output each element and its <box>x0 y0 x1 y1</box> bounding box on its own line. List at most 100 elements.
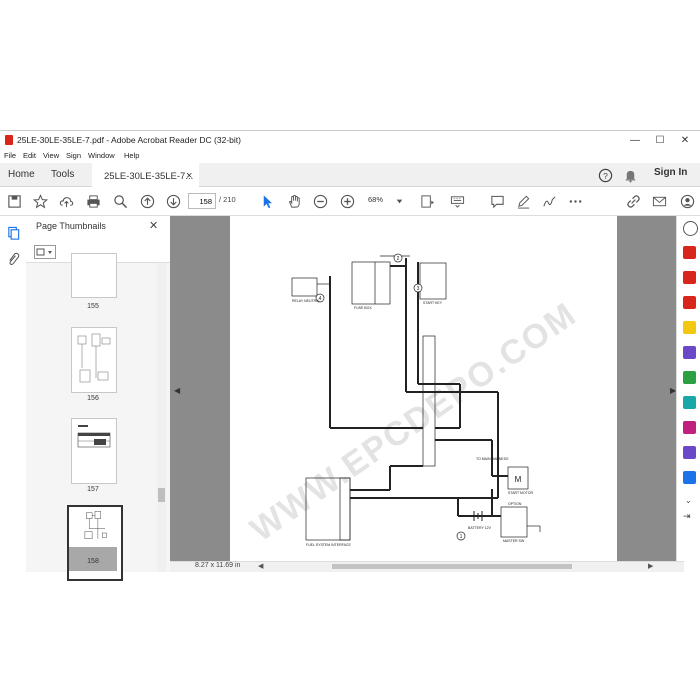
scan-ocr-icon[interactable] <box>683 396 696 409</box>
svg-text:?: ? <box>603 170 608 180</box>
menu-edit[interactable]: Edit <box>23 151 36 160</box>
maximize-button[interactable]: ☐ <box>648 133 672 148</box>
tab-tools[interactable]: Tools <box>51 163 74 186</box>
scroll-left-arrow-icon[interactable]: ◀ <box>258 562 263 570</box>
page-view-icon[interactable] <box>418 192 436 210</box>
bell-icon[interactable] <box>621 166 639 184</box>
print-icon[interactable] <box>84 192 102 210</box>
page-number-input[interactable]: 158 <box>188 193 216 209</box>
menu-file[interactable]: File <box>4 151 16 160</box>
protect-icon[interactable] <box>683 446 696 459</box>
callout-2: 2 <box>397 256 400 262</box>
combine-files-icon[interactable] <box>683 346 696 359</box>
highlight-pen-icon[interactable] <box>514 192 532 210</box>
comment-icon[interactable] <box>488 192 506 210</box>
label-option: OPTION <box>508 502 522 506</box>
thumbnail-page[interactable] <box>71 418 117 484</box>
menu-sign[interactable]: Sign <box>66 151 81 160</box>
panel-scrollbar-thumb[interactable] <box>158 488 165 502</box>
label-fuse-box: FUSE BOX <box>354 306 372 310</box>
zoom-in-icon[interactable] <box>338 192 356 210</box>
document-viewer[interactable]: ◀ ▶ WWW.EPCDEPO.COM 1 2 3 4 M FUSE BOX R… <box>170 216 684 561</box>
more-tools-list-icon[interactable] <box>683 471 696 484</box>
thumbnail-label: 158 <box>87 558 99 565</box>
thumbnail-list[interactable]: 155 156 157 158 <box>26 253 170 581</box>
page-size-label: 8.27 x 11.69 in <box>195 562 241 569</box>
thumbnail-page-selected[interactable] <box>67 505 123 581</box>
wiring-diagram: WWW.EPCDEPO.COM 1 2 3 4 M FUSE BOX RELAY… <box>244 253 584 549</box>
horizontal-scrollbar-thumb[interactable] <box>332 564 572 569</box>
main-toolbar: 158 / 210 68% <box>0 187 700 216</box>
window-title: 25LE-30LE-35LE-7.pdf - Adobe Acrobat Rea… <box>17 135 241 145</box>
email-icon[interactable] <box>650 192 668 210</box>
attachments-paperclip-icon[interactable] <box>4 250 22 268</box>
edit-pdf-icon[interactable] <box>683 296 696 309</box>
thumbnail-label: 155 <box>87 303 99 310</box>
help-icon[interactable]: ? <box>596 166 614 184</box>
page-thumbnails-icon[interactable] <box>4 224 22 242</box>
label-fuel-interface: FUEL SYSTEM INTERFACE <box>306 543 351 547</box>
label-battery: BATTERY 12V <box>468 526 492 530</box>
tab-document[interactable]: 25LE-30LE-35LE-7... × <box>92 163 199 187</box>
thumbnail-page[interactable] <box>71 253 117 298</box>
save-icon[interactable] <box>5 192 23 210</box>
menu-bar: File Edit View Sign Window Help <box>0 150 700 163</box>
minimize-button[interactable]: — <box>623 133 647 148</box>
tools-chevron-down-icon[interactable]: ⌄ <box>685 496 692 505</box>
panel-title: Page Thumbnails <box>36 221 106 231</box>
chevron-down-icon[interactable] <box>390 192 408 210</box>
organize-pages-icon[interactable] <box>683 371 696 384</box>
callout-1: 1 <box>460 534 463 540</box>
share-link-icon[interactable] <box>624 192 642 210</box>
tab-close-icon[interactable]: × <box>186 165 192 188</box>
callout-3: 3 <box>417 286 420 292</box>
title-bar: 25LE-30LE-35LE-7.pdf - Adobe Acrobat Rea… <box>0 131 700 150</box>
pdf-page: WWW.EPCDEPO.COM 1 2 3 4 M FUSE BOX RELAY… <box>230 216 617 561</box>
tab-document-label: 25LE-30LE-35LE-7... <box>104 171 194 182</box>
label-relay-neutral: RELAY NEUTRAL <box>292 299 321 303</box>
right-tools-rail: ⌄ ⇥ <box>676 216 700 571</box>
more-tools-icon[interactable] <box>566 192 584 210</box>
comment-tool-icon[interactable] <box>683 321 696 334</box>
thumbnail-label: 156 <box>87 395 99 402</box>
zoom-out-icon[interactable] <box>311 192 329 210</box>
zoom-level-select[interactable]: 68% <box>368 195 383 204</box>
zoom-search-icon[interactable] <box>111 192 129 210</box>
label-to-main-harness: TO MAIN HARNESS <box>476 457 509 461</box>
collapse-tools-arrow-icon[interactable]: ⇥ <box>683 511 691 522</box>
left-navigation-rail <box>0 216 27 571</box>
select-cursor-icon[interactable] <box>258 192 276 210</box>
label-start-motor: START MOTOR <box>508 491 533 495</box>
search-icon[interactable] <box>683 221 698 236</box>
account-icon[interactable] <box>678 192 696 210</box>
sign-in-link[interactable]: Sign In <box>654 167 687 178</box>
hand-tool-icon[interactable] <box>285 192 303 210</box>
close-window-button[interactable]: ✕ <box>673 133 697 148</box>
star-icon[interactable] <box>31 192 49 210</box>
thumbnail-options-menu[interactable] <box>34 245 56 259</box>
page-thumbnails-panel: Page Thumbnails ✕ 155 156 157 158 <box>26 216 170 581</box>
tab-home[interactable]: Home <box>8 163 35 186</box>
draw-sign-icon[interactable] <box>540 192 558 210</box>
motor-symbol: M <box>515 475 522 484</box>
export-pdf-icon[interactable] <box>683 246 696 259</box>
tab-bar: Home Tools 25LE-30LE-35LE-7... × ? Sign … <box>0 163 700 187</box>
previous-page-icon[interactable] <box>138 192 156 210</box>
next-page-icon[interactable] <box>164 192 182 210</box>
thumbnail-label: 157 <box>87 486 99 493</box>
panel-scrollbar[interactable] <box>157 263 166 572</box>
menu-window[interactable]: Window <box>88 151 115 160</box>
upload-cloud-icon[interactable] <box>57 192 75 210</box>
keyboard-icon[interactable] <box>448 192 466 210</box>
fill-sign-icon[interactable] <box>683 421 696 434</box>
collapse-panel-arrow-icon[interactable]: ◀ <box>174 386 180 395</box>
create-pdf-icon[interactable] <box>683 271 696 284</box>
thumbnail-page[interactable] <box>71 327 117 393</box>
menu-help[interactable]: Help <box>124 151 139 160</box>
document-horizontal-scrollbar[interactable]: 8.27 x 11.69 in ◀ ▶ <box>170 561 684 572</box>
scroll-right-arrow-icon[interactable]: ▶ <box>648 562 653 570</box>
menu-view[interactable]: View <box>43 151 59 160</box>
panel-close-icon[interactable]: ✕ <box>149 219 158 232</box>
label-master-sw: MASTER SW <box>503 539 525 543</box>
pdf-file-icon <box>5 135 13 145</box>
